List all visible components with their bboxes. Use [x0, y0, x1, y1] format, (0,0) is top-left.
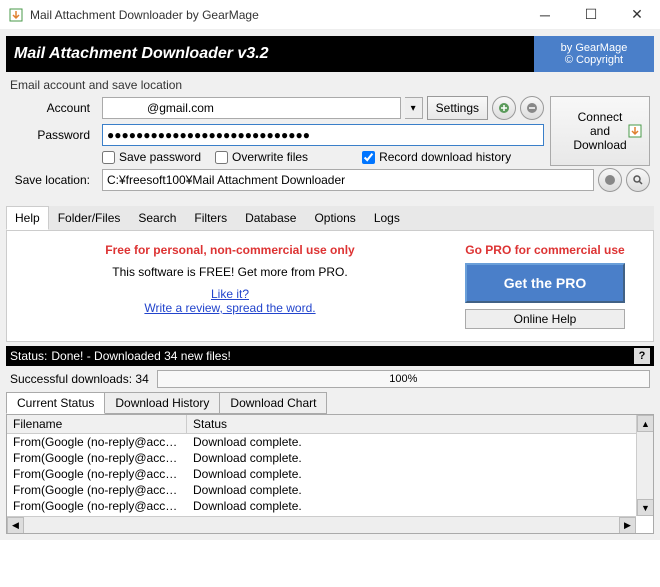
- window-title: Mail Attachment Downloader by GearMage: [30, 8, 522, 22]
- tab-options[interactable]: Options: [305, 206, 364, 230]
- go-pro-text: Go PRO for commercial use: [445, 243, 645, 257]
- table-row[interactable]: From(Google (no-reply@acco...Download co…: [7, 482, 653, 498]
- table-row[interactable]: From(Google (no-reply@acco...Download co…: [7, 498, 653, 514]
- settings-button[interactable]: Settings: [427, 96, 488, 120]
- status-tabs: Current Status Download History Download…: [6, 392, 654, 414]
- subtab-download-history[interactable]: Download History: [104, 392, 220, 414]
- software-free-text: This software is FREE! Get more from PRO…: [15, 265, 445, 279]
- account-dropdown-icon[interactable]: ▾: [405, 97, 423, 119]
- save-location-input[interactable]: [102, 169, 594, 191]
- remove-account-button[interactable]: [520, 96, 544, 120]
- scroll-left-icon[interactable]: ◀: [7, 517, 24, 534]
- download-icon: [627, 123, 643, 139]
- record-history-checkbox[interactable]: Record download history: [362, 150, 511, 164]
- titlebar: Mail Attachment Downloader by GearMage ─…: [0, 0, 660, 30]
- close-button[interactable]: ✕: [614, 0, 660, 30]
- table-row[interactable]: From(Google (no-reply@acco...Download co…: [7, 466, 653, 482]
- downloads-count-label: Successful downloads: 34: [10, 372, 149, 386]
- save-password-checkbox[interactable]: Save password: [102, 150, 201, 164]
- help-panel: Free for personal, non-commercial use on…: [6, 231, 654, 342]
- maximize-button[interactable]: ☐: [568, 0, 614, 30]
- like-it-link[interactable]: Like it?: [211, 287, 249, 301]
- tab-database[interactable]: Database: [236, 206, 305, 230]
- open-folder-button[interactable]: [626, 168, 650, 192]
- tab-logs[interactable]: Logs: [365, 206, 409, 230]
- tab-filters[interactable]: Filters: [185, 206, 236, 230]
- tab-help[interactable]: Help: [6, 206, 49, 230]
- main-tabs: Help Folder/Files Search Filters Databas…: [6, 206, 654, 231]
- review-link[interactable]: Write a review, spread the word.: [144, 301, 315, 315]
- scroll-right-icon[interactable]: ▶: [619, 517, 636, 534]
- tab-search[interactable]: Search: [129, 206, 185, 230]
- horizontal-scrollbar[interactable]: ◀ ▶: [7, 516, 636, 533]
- status-text: Done! - Downloaded 34 new files!: [51, 349, 634, 363]
- section-label: Email account and save location: [10, 78, 650, 92]
- save-location-label: Save location:: [10, 173, 98, 187]
- connect-download-button[interactable]: Connect and Download: [550, 96, 650, 166]
- password-input[interactable]: [102, 124, 544, 146]
- add-account-button[interactable]: [492, 96, 516, 120]
- overwrite-files-checkbox[interactable]: Overwrite files: [215, 150, 308, 164]
- get-pro-button[interactable]: Get the PRO: [465, 263, 625, 303]
- status-help-button[interactable]: ?: [634, 348, 650, 364]
- table-row[interactable]: From(Google (no-reply@acco...Download co…: [7, 434, 653, 450]
- banner-title: Mail Attachment Downloader v3.2: [6, 36, 534, 72]
- table-row[interactable]: From(Google (no-reply@acco...Download co…: [7, 450, 653, 466]
- free-use-text: Free for personal, non-commercial use on…: [15, 243, 445, 257]
- scroll-up-icon[interactable]: ▲: [637, 415, 654, 432]
- account-input[interactable]: [102, 97, 401, 119]
- online-help-button[interactable]: Online Help: [465, 309, 625, 329]
- tab-folder-files[interactable]: Folder/Files: [49, 206, 130, 230]
- app-icon: [8, 7, 24, 23]
- account-label: Account: [10, 101, 98, 115]
- downloads-table: Filename Status From(Google (no-reply@ac…: [6, 414, 654, 534]
- col-status[interactable]: Status: [187, 415, 653, 433]
- progress-bar: 100%: [157, 370, 650, 388]
- app-banner: Mail Attachment Downloader v3.2 by GearM…: [6, 36, 654, 72]
- subtab-download-chart[interactable]: Download Chart: [219, 392, 327, 414]
- banner-credits[interactable]: by GearMage © Copyright: [534, 36, 654, 72]
- minimize-button[interactable]: ─: [522, 0, 568, 30]
- browse-folder-button[interactable]: [598, 168, 622, 192]
- status-bar: Status: Done! - Downloaded 34 new files!…: [6, 346, 654, 366]
- password-label: Password: [10, 128, 98, 142]
- scroll-down-icon[interactable]: ▼: [637, 499, 654, 516]
- subtab-current-status[interactable]: Current Status: [6, 392, 105, 414]
- status-label: Status:: [10, 349, 47, 363]
- col-filename[interactable]: Filename: [7, 415, 187, 433]
- vertical-scrollbar[interactable]: ▲ ▼: [636, 415, 653, 516]
